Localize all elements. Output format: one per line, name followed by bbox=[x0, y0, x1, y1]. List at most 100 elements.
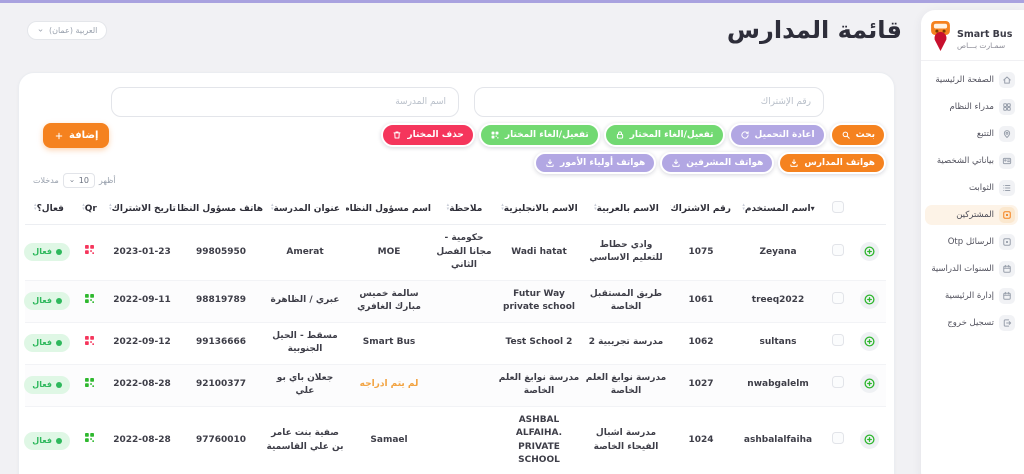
refresh-icon bbox=[740, 130, 750, 140]
sidebar-item-4[interactable]: الثوابت bbox=[925, 178, 1018, 198]
active-badge: فعال bbox=[24, 376, 70, 394]
supervisors-phones-button[interactable]: هواتف المشرفين bbox=[660, 152, 775, 174]
toolbar-row-2: هواتف المدارس هواتف المشرفين هواتف أوليا… bbox=[534, 152, 886, 174]
column-label: ملاحظة bbox=[449, 203, 483, 214]
cell-expand bbox=[852, 322, 886, 365]
sidebar-item-3[interactable]: بياناتي الشخصية bbox=[925, 151, 1018, 171]
sidebar-item-7[interactable]: السنوات الدراسية bbox=[925, 259, 1018, 279]
col-name_en[interactable]: الاسم بالانجليزية ▴ ▾ bbox=[496, 193, 582, 225]
sidebar-item-1[interactable]: مدراء النظام bbox=[925, 97, 1018, 117]
add-button[interactable]: إضافة bbox=[43, 123, 110, 148]
cell-admin_phone: 99136666 bbox=[178, 322, 264, 365]
qr-code-icon[interactable] bbox=[83, 431, 96, 444]
col-subscription[interactable]: رقم الاشتراك▴▾ bbox=[670, 193, 732, 225]
qr-code-icon[interactable] bbox=[83, 376, 96, 389]
cell-note bbox=[432, 406, 496, 474]
search-button[interactable]: بحث bbox=[829, 123, 886, 147]
school-name-input[interactable] bbox=[111, 87, 459, 117]
cell-admin_name: سالمة خميس مبارك الغافري bbox=[346, 280, 432, 323]
sidebar-item-2[interactable]: التتبع bbox=[925, 124, 1018, 144]
delete-selected-button[interactable]: حذف المختار bbox=[381, 123, 475, 147]
cell-admin_phone: 99805950 bbox=[178, 224, 264, 281]
toggle-selected-qr-button[interactable]: تفعيل/الغاء المختار bbox=[478, 123, 600, 147]
toggle-selected-lock-button[interactable]: تفعيل/الغاء المختار bbox=[603, 123, 725, 147]
expand-row-button[interactable] bbox=[859, 332, 879, 352]
status-dot bbox=[56, 437, 62, 444]
sidebar-item-label: الثوابت bbox=[969, 183, 994, 193]
expand-row-button[interactable] bbox=[859, 429, 879, 449]
qr-code-icon[interactable] bbox=[83, 292, 96, 305]
expand-row-button[interactable] bbox=[859, 374, 879, 394]
status-dot bbox=[56, 340, 62, 346]
bus-logo-icon bbox=[929, 20, 952, 52]
subscription-number-input[interactable] bbox=[474, 87, 824, 117]
status-dot bbox=[56, 249, 62, 256]
cell-admin_phone: 92100377 bbox=[178, 364, 264, 407]
cell-username: nwabgalelm bbox=[732, 364, 824, 407]
row-checkbox[interactable] bbox=[832, 243, 844, 256]
qr-code-icon[interactable] bbox=[83, 243, 96, 256]
download-icon bbox=[545, 158, 555, 168]
box-icon bbox=[999, 234, 1015, 250]
sidebar-item-label: التتبع bbox=[976, 129, 994, 139]
active-badge: فعال bbox=[24, 334, 70, 352]
cell-admin_name: Smart Bus bbox=[346, 322, 432, 365]
cell-expand bbox=[852, 280, 886, 323]
cell-date: 2022-09-11 bbox=[106, 280, 178, 323]
col-date[interactable]: تاريخ الاشتراك ▴ ▾ bbox=[106, 193, 178, 225]
sort-caret-icon: ▾ bbox=[810, 203, 815, 213]
col-admin_name[interactable]: اسم مسؤول النظام▴▾ bbox=[346, 193, 432, 225]
reload-button[interactable]: اعادة التحميل bbox=[728, 123, 826, 147]
cell-note bbox=[432, 364, 496, 407]
col-qr[interactable]: Qr ▴ ▾ bbox=[72, 193, 106, 225]
col-note[interactable]: ملاحظة ▴ ▾ bbox=[432, 193, 496, 225]
col-name_ar[interactable]: الاسم بالعربية ▴ ▾ bbox=[582, 193, 670, 225]
expand-row-button[interactable] bbox=[859, 290, 879, 310]
select-all-checkbox[interactable] bbox=[832, 201, 844, 213]
language-label: العربية (عمان) bbox=[49, 26, 98, 35]
expand-row-button[interactable] bbox=[859, 241, 879, 261]
id-card-icon bbox=[999, 153, 1015, 169]
pin-icon bbox=[999, 126, 1015, 142]
schools-card: بحث اعادة التحميل تفعيل/الغاء المختار تف… bbox=[18, 72, 895, 474]
sidebar-item-5[interactable]: المشتركين bbox=[925, 205, 1018, 225]
language-selector[interactable]: العربية (عمان) bbox=[27, 21, 108, 40]
table-row: nwabgalelm 1027 مدرسة نوابغ العلم الخاصة مد… bbox=[24, 364, 886, 407]
column-label: عنوان المدرسة bbox=[273, 203, 341, 214]
col-admin_phone[interactable]: هاتف مسؤول النظام▴▾ bbox=[178, 193, 264, 225]
cell-name_ar: مدرسة نوابغ العلم الخاصة bbox=[582, 364, 670, 407]
cell-username: Zeyana bbox=[732, 224, 824, 281]
col-address[interactable]: عنوان المدرسة ▴ ▾ bbox=[264, 193, 346, 225]
brand-name-ar: سمـارت بـــاص bbox=[957, 41, 1006, 50]
cell-subscription: 1061 bbox=[670, 280, 732, 323]
entries-select[interactable]: 10 bbox=[62, 173, 95, 188]
sidebar-item-label: مدراء النظام bbox=[949, 102, 994, 112]
sidebar-item-6[interactable]: الرسائل Otp bbox=[925, 232, 1018, 252]
cell-admin_name: Samael bbox=[346, 406, 432, 474]
sidebar-item-8[interactable]: إدارة الرئيسية bbox=[925, 286, 1018, 306]
cell-admin_phone: 97760010 bbox=[178, 406, 264, 474]
schools-phones-button[interactable]: هواتف المدارس bbox=[778, 152, 886, 174]
table-body: Zeyana 1075 وادي حطاط للتعليم الاساسي Wadi … bbox=[24, 224, 886, 474]
parents-phones-button[interactable]: هواتف أولياء الأمور bbox=[534, 152, 657, 174]
cell-select bbox=[824, 364, 852, 407]
col-active[interactable]: فعال؟ ▴ ▾ bbox=[25, 193, 72, 225]
entries-length-menu: أظهر 10 مدخلات bbox=[33, 173, 116, 188]
cell-qr bbox=[72, 280, 106, 323]
sidebar-item-label: السنوات الدراسية bbox=[931, 264, 994, 274]
plus-icon bbox=[54, 131, 64, 141]
lock-icon bbox=[615, 130, 625, 140]
col-username[interactable]: ▾اسم المستخدم ▴ ▾ bbox=[732, 193, 824, 225]
col-expand bbox=[852, 193, 886, 225]
row-checkbox[interactable] bbox=[832, 334, 844, 347]
cell-active: فعال bbox=[24, 224, 72, 281]
row-checkbox[interactable] bbox=[832, 431, 844, 444]
cell-subscription: 1075 bbox=[670, 224, 732, 281]
row-checkbox[interactable] bbox=[832, 292, 844, 305]
sidebar-item-label: الصفحة الرئيسية bbox=[935, 75, 994, 85]
sidebar-item-0[interactable]: الصفحة الرئيسية bbox=[925, 70, 1018, 90]
page-title: قائمة المدارس bbox=[726, 16, 902, 44]
row-checkbox[interactable] bbox=[832, 376, 844, 389]
sidebar-item-9[interactable]: تسجيل خروج bbox=[925, 313, 1018, 333]
qr-code-icon[interactable] bbox=[83, 334, 96, 347]
